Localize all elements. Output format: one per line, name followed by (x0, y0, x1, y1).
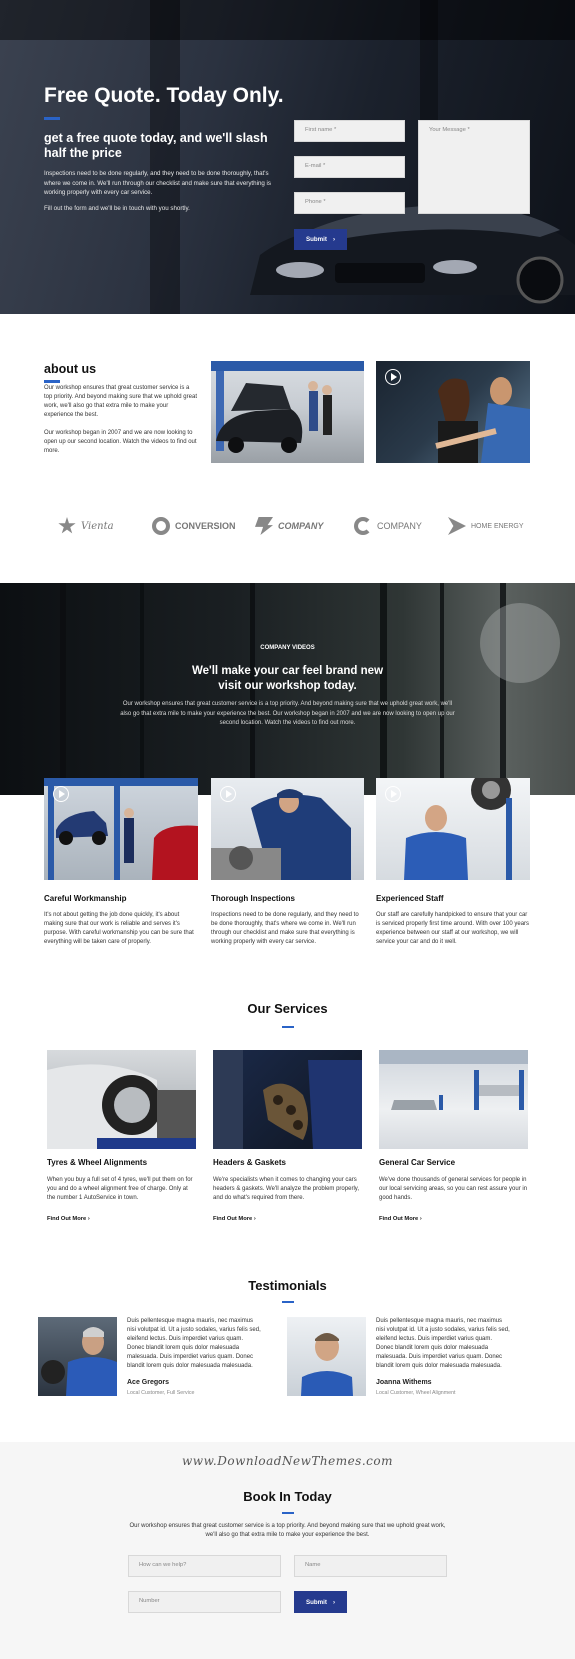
testimonial-name-joanna: Joanna Withems (376, 1379, 432, 1386)
service-link-gaskets[interactable]: Find Out More › (213, 1216, 256, 1222)
avatar-ace (38, 1317, 117, 1396)
book-section (0, 1442, 575, 1659)
garage-photo (211, 361, 364, 463)
service-text-gaskets: We're specialists when it comes to chang… (213, 1177, 359, 1201)
staff-video-thumbnail[interactable] (376, 778, 530, 880)
play-icon[interactable] (385, 369, 401, 385)
inspections-video-thumbnail[interactable] (211, 778, 364, 880)
videos-title-line2: visit our workshop today. (218, 680, 357, 692)
chevron-right-icon: › (253, 1216, 256, 1222)
about-accent-line (44, 380, 60, 383)
book-accent-line (282, 1512, 294, 1514)
arrow-logo-icon (448, 517, 466, 535)
hero-submit-button[interactable]: Submit › (294, 229, 347, 250)
phone-input[interactable]: Phone * (294, 192, 405, 214)
hero-paragraph-note: Fill out the form and we'll be in touch … (44, 205, 190, 212)
videos-paragraph: Our workshop ensures that great customer… (120, 701, 455, 726)
feature-text-workmanship: It's not about getting the job done quic… (44, 912, 194, 945)
logo-company-1: COMPANY (255, 517, 323, 535)
hero-section: Free Quote. Today Only. get a free quote… (0, 0, 575, 314)
services-title: Our Services (247, 1001, 328, 1016)
testimonial-quote-ace: Duis pellentesque magna mauris, nec maxi… (127, 1318, 261, 1369)
service-title-general: General Car Service (379, 1158, 456, 1167)
play-icon[interactable] (220, 786, 236, 802)
about-paragraph-1: Our workshop ensures that great customer… (44, 385, 197, 418)
ring-logo-icon (152, 517, 170, 535)
services-accent-line (282, 1026, 294, 1028)
chevron-right-icon: › (332, 1598, 336, 1606)
service-title-tyres: Tyres & Wheel Alignments (47, 1158, 148, 1167)
feature-title-workmanship: Careful Workmanship (44, 894, 127, 903)
logo-home-energy: HOME ENERGY (448, 517, 524, 535)
hero-subtitle: get a free quote today, and we'll slash … (44, 131, 268, 160)
service-text-tyres: When you buy a full set of 4 tyres, we'l… (47, 1177, 193, 1201)
play-icon[interactable] (53, 786, 69, 802)
workmanship-video-thumbnail[interactable] (44, 778, 198, 880)
hero-accent-line (44, 117, 60, 120)
gaskets-image (213, 1050, 362, 1149)
first-name-input[interactable]: First name * (294, 120, 405, 142)
feature-text-inspections: Inspections need to be done regularly, a… (211, 912, 359, 945)
testimonials-accent-line (282, 1301, 294, 1303)
logo-conversion: CONVERSION (152, 517, 236, 535)
videos-label: COMPANY VIDEOS (260, 645, 315, 651)
name-input[interactable]: Name (294, 1555, 447, 1577)
watermark: www.DownloadNewThemes.com (182, 1454, 393, 1468)
hero-paragraph: Inspections need to be done regularly, a… (44, 170, 272, 196)
feature-title-staff: Experienced Staff (376, 894, 444, 903)
hero-title: Free Quote. Today Only. (44, 84, 284, 107)
logo-vienta: Vienta (58, 517, 114, 535)
chevron-right-icon: › (332, 236, 336, 243)
about-title: about us (44, 362, 97, 376)
submit-label: Submit (305, 236, 327, 243)
bolt-logo-icon (255, 517, 273, 535)
service-title-gaskets: Headers & Gaskets (213, 1158, 286, 1167)
book-title: Book In Today (243, 1489, 332, 1504)
book-submit-button[interactable]: Submit › (294, 1591, 347, 1613)
chevron-right-icon: › (87, 1216, 90, 1222)
service-text-general: We've done thousands of general services… (379, 1177, 528, 1201)
videos-title-line1: We'll make your car feel brand new (191, 665, 384, 677)
message-textarea[interactable]: Your Message * (418, 120, 530, 214)
testimonial-quote-joanna: Duis pellentesque magna mauris, nec maxi… (376, 1318, 510, 1369)
star-logo-icon (58, 517, 76, 534)
number-input[interactable]: Number (128, 1591, 281, 1613)
general-service-image (379, 1050, 528, 1149)
service-link-tyres[interactable]: Find Out More › (47, 1216, 90, 1222)
service-link-general[interactable]: Find Out More › (379, 1216, 422, 1222)
testimonials-title: Testimonials (248, 1278, 327, 1293)
customers-video-thumbnail[interactable] (376, 361, 530, 463)
testimonial-role-ace: Local Customer, Full Service (127, 1390, 195, 1396)
book-paragraph: Our workshop ensures that great customer… (129, 1523, 446, 1538)
chevron-right-icon: › (419, 1216, 422, 1222)
avatar-joanna (287, 1317, 366, 1396)
about-paragraph-2: Our workshop began in 2007 and we are no… (44, 430, 197, 454)
play-icon[interactable] (385, 786, 401, 802)
logo-company-2: COMPANY (354, 517, 422, 535)
feature-title-inspections: Thorough Inspections (211, 894, 295, 903)
g-logo-icon (354, 517, 372, 535)
submit-label: Submit (305, 1598, 327, 1606)
testimonial-role-joanna: Local Customer, Wheel Alignment (376, 1390, 456, 1396)
client-logos: Vienta CONVERSION COMPANY COMPANY HOME E… (0, 500, 575, 555)
testimonial-name-ace: Ace Gregors (127, 1379, 170, 1386)
help-input[interactable]: How can we help? (128, 1555, 281, 1577)
tyres-image (47, 1050, 196, 1149)
email-input[interactable]: E-mail * (294, 156, 405, 178)
feature-text-staff: Our staff are carefully handpicked to en… (376, 912, 530, 945)
